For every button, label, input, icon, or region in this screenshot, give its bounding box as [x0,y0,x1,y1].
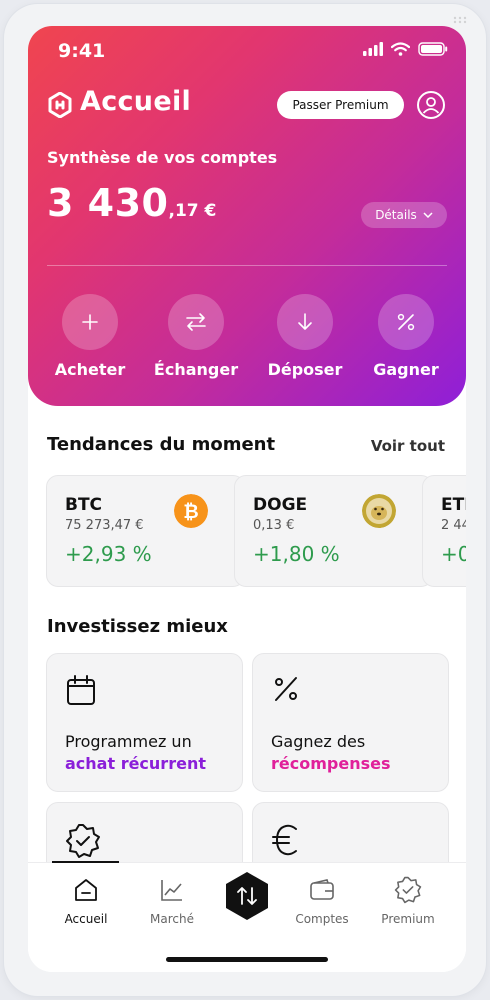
swap-vertical-button[interactable] [224,871,270,921]
tab-label: Comptes [295,912,349,926]
trend-card-btc[interactable]: BTC 75 273,47 € +2,93 % ₿ [46,475,245,587]
buy-action-circle [62,294,118,350]
trend-price: 75 273,47 € [65,518,144,533]
swap-action-label: Échanger [153,360,239,379]
trend-card-doge[interactable]: DOGE 0,13 € +1,80 % [234,475,433,587]
tab-label: Marché [150,912,194,926]
details-label: Détails [375,208,417,222]
tab-label: Premium [381,912,435,926]
card-line1: Programmez un [65,732,192,751]
tab-market[interactable]: Marché [132,876,212,926]
signal-icon [363,42,383,56]
deposit-action-label: Déposer [267,360,343,379]
buy-action-button[interactable]: Acheter [35,294,145,379]
home-icon [75,879,97,901]
balance-decimal: ,17 € [168,201,217,221]
active-tab-indicator [52,861,119,863]
buy-action-label: Acheter [54,360,126,379]
profile-avatar-button[interactable] [417,91,445,119]
trend-symbol: BTC [65,495,103,515]
camera-dots-icon [453,16,467,24]
svg-text:₿: ₿ [183,501,198,523]
swap-icon [186,313,206,331]
swap-action-circle [168,294,224,350]
account-header: 9:41 Accueil Passer Premium Synthèse de … [28,26,466,406]
euro-icon [272,824,297,856]
card-line2: récompenses [271,754,391,773]
summary-label: Synthèse de vos comptes [47,148,278,167]
tab-home[interactable]: Accueil [46,876,126,926]
trend-card-eth[interactable]: ETH 2 44 +0 [422,475,466,587]
details-button[interactable]: Détails [361,202,447,228]
home-indicator [166,957,328,962]
trend-price: 2 44 [441,518,466,533]
header-divider [47,265,447,266]
chevron-down-icon [423,212,433,218]
badge-check-icon [66,824,100,858]
earn-action-circle [378,294,434,350]
trends-title: Tendances du moment [47,434,276,455]
card-line1: Gagnez des [271,732,366,751]
tab-premium[interactable]: Premium [368,876,448,926]
page-title: Accueil [80,86,192,117]
dogecoin-icon [362,494,396,528]
plus-icon [82,314,98,330]
earn-action-button[interactable]: Gagner [351,294,461,379]
swap-action-button[interactable]: Échanger [141,294,251,379]
trend-change: +1,80 % [253,542,340,566]
trend-change: +0 [441,542,466,566]
badge-check-icon [394,876,422,904]
tab-accounts[interactable]: Comptes [282,876,362,926]
trend-price: 0,13 € [253,518,295,533]
deposit-action-circle [277,294,333,350]
card-line2: achat récurrent [65,754,206,773]
rewards-card[interactable]: Gagnez des récompenses [252,653,449,792]
see-all-link[interactable]: Voir tout [371,437,445,455]
status-icons [363,42,448,56]
percent-icon [275,677,297,701]
deposit-action-button[interactable]: Déposer [250,294,360,379]
user-icon [422,97,440,114]
invest-title: Investissez mieux [47,616,228,637]
tab-label: Accueil [64,912,108,926]
premium-button[interactable]: Passer Premium [277,91,404,119]
app-screen: 9:41 Accueil Passer Premium Synthèse de … [28,26,466,972]
chart-icon [161,880,182,901]
percent-icon [397,313,415,331]
app-logo-icon [48,92,72,118]
earn-action-label: Gagner [373,360,439,379]
trend-change: +2,93 % [65,542,152,566]
bitcoin-icon: ₿ [174,494,208,528]
balance-integer: 3 430 [47,181,169,225]
calendar-icon [67,675,95,705]
wallet-icon [310,879,334,900]
total-balance: 3 430,17 € [47,181,216,225]
arrow-down-icon [298,313,312,330]
status-time: 9:41 [58,40,106,62]
recurring-buy-card[interactable]: Programmez un achat récurrent [46,653,243,792]
wifi-icon [391,42,410,56]
trend-symbol: DOGE [253,495,308,515]
trend-symbol: ETH [441,495,466,515]
battery-icon [418,42,448,56]
